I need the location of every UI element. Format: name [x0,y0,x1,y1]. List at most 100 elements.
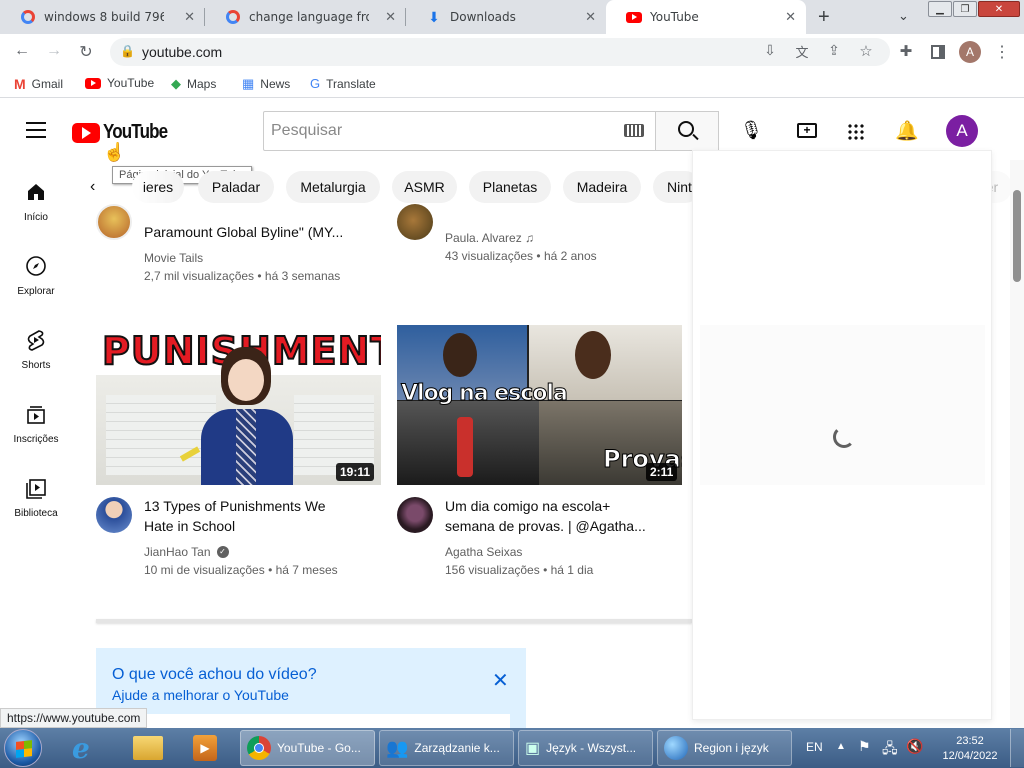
notifications-bell-icon[interactable]: 🔔 [895,119,919,143]
video-stats: 156 visualizações • há 1 dia [445,563,594,577]
chip[interactable]: ieres [132,171,184,203]
media-player-icon[interactable]: ▶ [193,735,217,761]
profile-avatar[interactable]: A [959,41,981,63]
survey-help-link[interactable]: Ajude a melhorar o YouTube [112,687,289,703]
start-button[interactable] [4,729,42,767]
search-button[interactable] [655,111,719,151]
microphone-icon[interactable]: 🎙 [740,120,763,141]
channel-avatar[interactable] [397,204,433,240]
taskbar-item-management[interactable]: 👥 Zarządzanie k... [379,730,514,766]
bookmark-maps[interactable]: ◆ Maps [171,76,216,92]
video-title[interactable]: Paramount Global Byline" (MY... [144,222,343,242]
channel-name[interactable]: Agatha Seixas [445,543,522,561]
video-title[interactable]: Um dia comigo na escola+ semana de provas… [445,496,646,536]
minimize-button[interactable]: ▁ [928,1,952,17]
taskbar-item-region[interactable]: Region i język [657,730,792,766]
video-thumbnail[interactable]: PUNISHMENTS [96,325,381,485]
home-icon [0,180,72,204]
window-close-button[interactable]: ✕ [978,1,1020,17]
tab-downloads[interactable]: ⬇ Downloads ✕ [406,0,606,34]
flag-icon[interactable]: ⚑ [858,738,871,755]
chip[interactable]: ASMR [392,171,457,203]
side-panel-icon[interactable] [931,45,945,59]
tab-google-search-1[interactable]: windows 8 build 7963 do ✕ [0,0,205,34]
create-video-icon[interactable]: + [797,123,817,138]
show-desktop-button[interactable] [1010,729,1024,767]
channel-avatar[interactable] [96,497,132,533]
channel-name[interactable]: JianHao Tan ✓ [144,543,229,561]
channel-avatar[interactable] [96,204,132,240]
close-icon[interactable]: ✕ [492,668,509,693]
maps-icon: ◆ [171,76,181,91]
back-arrow-icon[interactable]: ← [12,42,32,60]
bookmark-translate[interactable]: G Translate [310,76,376,91]
section-divider [96,619,692,623]
forward-arrow-icon[interactable]: → [44,42,64,60]
sidebar-item-home[interactable]: Início [0,180,72,223]
chip[interactable]: Paladar [198,171,274,203]
chip[interactable]: Metalurgia [286,171,380,203]
translate-icon[interactable]: 文 [792,42,812,61]
bookmark-youtube[interactable]: YouTube [85,76,154,90]
scrollbar-thumb[interactable] [1013,190,1021,282]
chevron-left-icon[interactable]: ‹ [90,178,95,196]
video-thumbnail[interactable]: Vlog na escola Provas [397,325,682,485]
extensions-icon[interactable]: ✚ [896,42,916,60]
account-avatar[interactable]: A [946,115,978,147]
channel-name[interactable]: Movie Tails [144,249,203,267]
taskbar-item-chrome[interactable]: YouTube - Go... [240,730,375,766]
youtube-icon [626,9,642,25]
survey-card-inner [112,714,510,728]
share-icon[interactable]: ⇪ [824,42,844,59]
thumbnail-title-text: Vlog na escola [401,381,569,407]
chip[interactable]: Madeira [563,171,641,203]
network-icon[interactable]: 🖧 [882,738,898,762]
bookmark-gmail[interactable]: M Gmail [14,76,63,92]
tab-youtube[interactable]: YouTube ✕ [606,0,806,34]
search-placeholder: Pesquisar [271,122,343,139]
more-vert-icon[interactable]: ⋮ [992,42,1012,62]
bookmark-news[interactable]: ▦ News [242,76,290,92]
clock[interactable]: 23:52 12/04/2022 [940,734,1000,764]
news-icon: ▦ [242,76,255,91]
bookmark-star-icon[interactable]: ☆ [856,42,876,60]
input-language[interactable]: EN [806,740,823,754]
tab-google-search-2[interactable]: change language from po ✕ [205,0,406,34]
volume-muted-icon[interactable]: 🔇 [906,738,923,755]
tray-expand-icon[interactable]: ▲ [836,741,846,752]
close-icon[interactable]: ✕ [385,9,396,25]
close-icon[interactable]: ✕ [785,9,796,25]
maximize-button[interactable]: ❐ [953,1,977,17]
new-tab-button[interactable]: + [818,6,830,29]
library-icon [0,476,72,500]
control-panel-icon: ▣ [525,740,541,757]
hamburger-menu-icon[interactable] [26,122,46,138]
close-icon[interactable]: ✕ [585,9,596,25]
sidebar-item-shorts[interactable]: Shorts [0,328,72,371]
lock-icon[interactable]: 🔒 [120,44,135,58]
video-title[interactable]: 13 Types of Punishments We Hate in School [144,496,326,536]
sidebar-item-explore[interactable]: Explorar [0,254,72,297]
loading-spinner-icon [833,426,855,448]
url-text[interactable]: youtube.com [142,44,222,60]
sidebar-item-library[interactable]: Biblioteca [0,476,72,519]
apps-grid-icon[interactable] [847,123,864,140]
channel-avatar[interactable] [397,497,433,533]
close-icon[interactable]: ✕ [184,9,195,25]
internet-explorer-icon[interactable]: e [72,732,90,765]
video-duration: 2:11 [646,463,678,481]
file-explorer-icon[interactable] [133,736,163,760]
keyboard-icon[interactable] [624,124,644,137]
sidebar-item-subscriptions[interactable]: Inscrições [0,402,72,445]
chip[interactable]: Planetas [469,171,551,203]
google-g-icon [20,9,36,25]
reload-icon[interactable]: ↻ [76,42,96,62]
gmail-icon: M [14,76,26,92]
tab-search-chevron-icon[interactable]: ⌄ [898,8,909,24]
youtube-logo[interactable]: YouTube [72,121,179,144]
channel-name[interactable]: Paula. Alvarez ♫ [445,229,534,247]
taskbar-item-language[interactable]: ▣ Język - Wszyst... [518,730,653,766]
install-icon[interactable]: ⇩ [760,42,780,59]
globe-icon [664,736,688,760]
video-stats: 2,7 mil visualizações • há 3 semanas [144,269,341,283]
